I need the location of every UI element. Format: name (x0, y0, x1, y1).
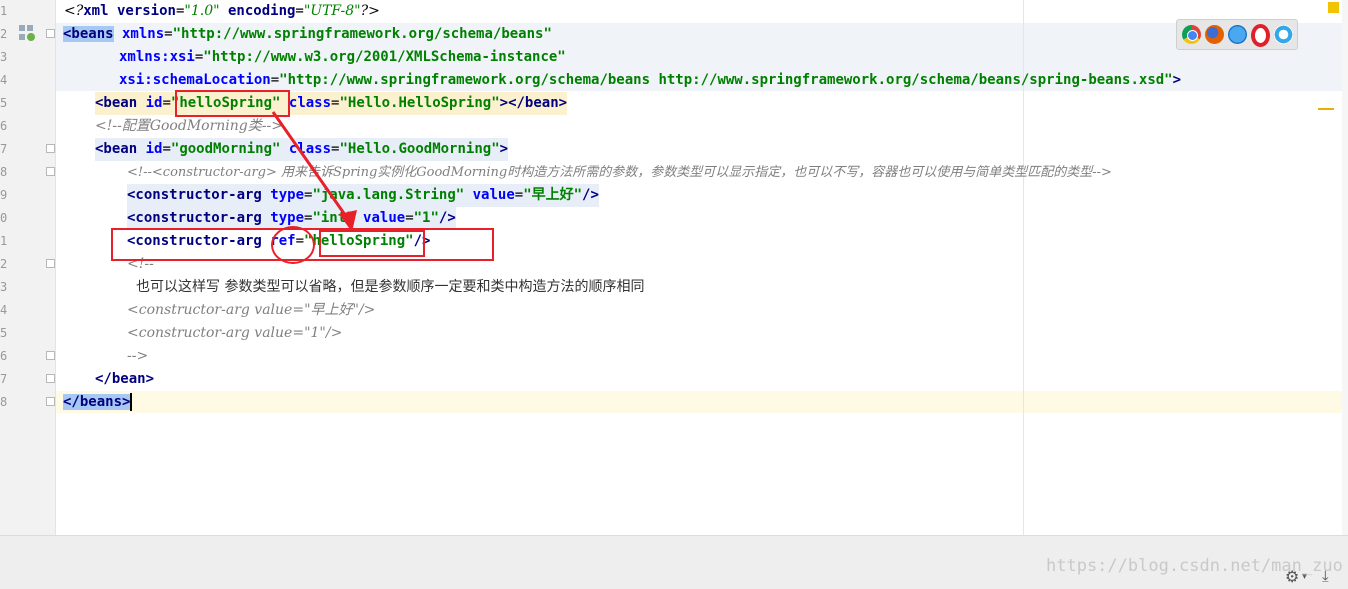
fold-marker[interactable] (46, 374, 55, 383)
line-number: 6 (0, 349, 8, 363)
line-number: 6 (0, 119, 8, 133)
code-line-5: <bean id="helloSpring" class="Hello.Hell… (95, 92, 568, 115)
fold-marker[interactable] (46, 167, 55, 176)
annotation-box-ref-value (319, 230, 425, 257)
code-line-16: --> (127, 348, 149, 364)
code-line-4: xsi:schemaLocation="http://www.springfra… (119, 72, 1182, 88)
safari-icon[interactable] (1228, 25, 1247, 44)
spring-bean-icon[interactable] (18, 24, 36, 42)
watermark: https://blog.csdn.net/man_zuo (1046, 556, 1343, 576)
fold-marker[interactable] (46, 351, 55, 360)
fold-marker[interactable] (46, 259, 55, 268)
annotation-box-hellospring-id (175, 90, 290, 117)
fold-marker[interactable] (46, 144, 55, 153)
line-number: 3 (0, 50, 8, 64)
line-number: 4 (0, 73, 8, 87)
line-number: 7 (0, 372, 8, 386)
line-number: 8 (0, 395, 8, 409)
line-number: 1 (0, 234, 8, 248)
fold-marker[interactable] (46, 397, 55, 406)
browser-preview-panel (1176, 19, 1298, 50)
line-number: 9 (0, 188, 8, 202)
line-number: 2 (0, 257, 8, 271)
annotation-circle-ref (271, 226, 315, 264)
opera-icon[interactable] (1251, 24, 1270, 47)
code-editor[interactable]: <?xml version="1.0" encoding="UTF-8"?> <… (56, 0, 1342, 535)
code-line-6: <!--配置GoodMorning类--> (95, 118, 283, 134)
line-number: 2 (0, 27, 8, 41)
fold-marker[interactable] (46, 29, 55, 38)
code-line-14: <constructor-arg value="早上好"/> (127, 302, 376, 318)
code-line-7: <bean id="goodMorning" class="Hello.Good… (95, 138, 509, 161)
warning-marker[interactable] (1318, 108, 1334, 110)
line-number: 8 (0, 165, 8, 179)
code-line-8: <!--<constructor-arg> 用来告诉Spring实例化GoodM… (127, 165, 1112, 180)
line-number: 0 (0, 211, 8, 225)
code-line-3: xmlns:xsi="http://www.w3.org/2001/XMLSch… (119, 49, 566, 65)
code-line-2: <beans xmlns="http://www.springframework… (63, 26, 552, 42)
ie-icon[interactable] (1274, 25, 1293, 44)
line-number: 1 (0, 4, 8, 18)
error-stripe[interactable] (1318, 0, 1348, 535)
code-line-15: <constructor-arg value="1"/> (127, 325, 343, 341)
code-line-13: 也可以这样写 参数类型可以省略，但是参数顺序一定要和类中构造方法的顺序相同 (136, 279, 645, 295)
line-number-gutter: 1 2 3 4 5 6 7 8 9 0 1 2 3 4 5 6 7 8 (0, 0, 56, 535)
line-number: 5 (0, 96, 8, 110)
line-number: 4 (0, 303, 8, 317)
chrome-icon[interactable] (1182, 25, 1201, 44)
text-cursor (130, 393, 133, 411)
line-number: 3 (0, 280, 8, 294)
code-line-17: </bean> (95, 371, 155, 387)
code-line-9: <constructor-arg type="java.lang.String"… (127, 184, 599, 207)
code-line-18: </beans> (63, 393, 133, 411)
line-number: 5 (0, 326, 8, 340)
code-line-1: <?xml version="1.0" encoding="UTF-8"?> (64, 3, 380, 19)
line-number: 7 (0, 142, 8, 156)
firefox-icon[interactable] (1205, 25, 1224, 44)
warning-marker[interactable] (1328, 2, 1339, 13)
